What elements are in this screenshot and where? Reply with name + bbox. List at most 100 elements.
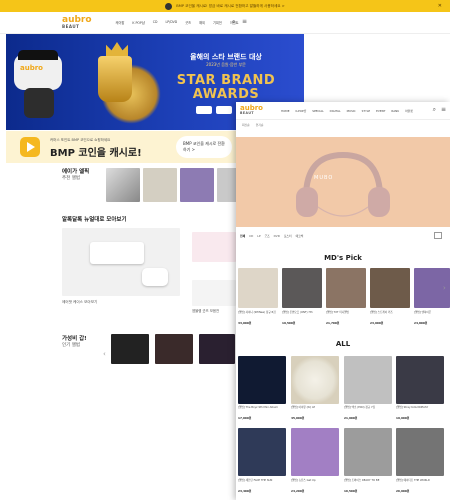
filter-tab[interactable]: CD (249, 234, 253, 238)
product-thumb[interactable] (291, 356, 339, 404)
product-thumb[interactable] (396, 428, 444, 476)
front-nav-item[interactable]: STYLE (362, 109, 371, 113)
nav-item[interactable]: LP/DVD (165, 20, 177, 25)
sort-option[interactable]: 최신순 (242, 123, 250, 127)
search-icon[interactable]: ⌕ (232, 18, 235, 26)
back-header: aubro BEAUT 케이팝 K POP샵 CD LP/DVD 굿즈 해외 기… (0, 12, 450, 34)
album-thumb[interactable] (199, 334, 235, 364)
product-caption[interactable]: [앨범] Stray Kids NOEASY (396, 406, 444, 409)
product-thumb[interactable] (282, 268, 322, 308)
product-caption[interactable]: [앨범] TXT 미니앨범 (326, 311, 366, 314)
album-thumb[interactable] (155, 334, 193, 364)
filter-tab[interactable]: 전체 (240, 234, 245, 238)
menu-icon[interactable]: ≡ (441, 106, 446, 113)
nav-item[interactable]: CD (153, 20, 158, 25)
goods-image[interactable] (192, 280, 236, 306)
section-title: 에이가 엘픽 (62, 169, 90, 175)
sort-option[interactable]: 인기순 (256, 123, 264, 127)
front-nav-item[interactable]: 아울렛 (405, 109, 413, 113)
product-price: 23,900원 (370, 321, 384, 325)
front-page: aubro BEAUT HOME K-POP샵 SPECIAL DIGITAL M… (236, 102, 450, 500)
album-thumb[interactable] (217, 168, 237, 202)
filter-tab[interactable]: 굿즈 (265, 234, 270, 238)
hero-brand: STAR BRAND AWARDS (176, 73, 276, 102)
product-caption[interactable]: [앨범] 엑소 (EXO) 정규 7집 (344, 406, 392, 409)
front-nav-item[interactable]: SPECIAL (312, 109, 323, 113)
filter-tab[interactable]: 포스터 (284, 234, 292, 238)
product-price: 19,900원 (396, 416, 410, 420)
front-nav-item[interactable]: HOME (281, 109, 290, 113)
trophy-icon (98, 56, 132, 102)
search-icon[interactable]: ⌕ (433, 106, 436, 114)
bmp-promo[interactable]: 커머스 포인트 BMP 코인으로 쇼핑하세요 BMP 코인을 캐시로! BMP … (6, 131, 246, 163)
album-thumb[interactable] (143, 168, 177, 202)
front-subbar: 최신순 인기순 (236, 120, 450, 130)
product-caption[interactable]: [앨범] The Boyz 9th Mini Album (238, 406, 286, 409)
top-promo-banner[interactable]: BMP 코인을 캐시로! 방금 바로 캐시로 전환하고 알뜰하게 사용하세요 >… (0, 0, 450, 12)
site-logo[interactable]: aubro BEAUT (62, 15, 92, 29)
product-thumb[interactable] (396, 356, 444, 404)
category-filter: 전체 CD LP 굿즈 DVD 포스터 에코백 (236, 232, 450, 240)
banner-brand: MUBO (314, 175, 334, 181)
nav-item[interactable]: 해외 (199, 20, 205, 25)
product-caption[interactable]: [앨범] 온앤오프 (ONF) 7th (282, 311, 322, 314)
product-thumb[interactable] (344, 428, 392, 476)
product-thumb[interactable] (344, 356, 392, 404)
product-caption[interactable]: [앨범] 트와이스 READY TO BE (344, 479, 392, 482)
product-thumb[interactable] (238, 356, 286, 404)
nav-item[interactable]: K POP샵 (132, 20, 144, 25)
filter-tab[interactable]: DVD (274, 234, 280, 238)
front-nav-item[interactable]: DIGITAL (330, 109, 341, 113)
product-thumb[interactable] (370, 268, 410, 308)
product-caption[interactable]: [앨범] 아이유 (IU) LP (291, 406, 339, 409)
menu-icon[interactable]: ≡ (242, 18, 247, 25)
product-thumb[interactable] (238, 268, 278, 308)
album-thumb[interactable] (106, 168, 140, 202)
headphone-banner[interactable]: MUBO (236, 137, 450, 227)
bmp-convert-button[interactable]: BMP 코인을 캐시로 전환하기 > (176, 136, 232, 158)
front-nav-item[interactable]: K-POP샵 (295, 109, 306, 113)
filter-tab[interactable]: 에코백 (296, 234, 304, 238)
product-price: 19,500원 (282, 321, 296, 325)
front-header: aubro BEAUT HOME K-POP샵 SPECIAL DIGITAL M… (236, 102, 450, 120)
product-price: 24,200원 (291, 489, 305, 493)
front-nav-item[interactable]: RANK (391, 109, 399, 113)
hero-subtitle: 2023년 음원·음반 부문 (206, 62, 246, 67)
product-thumb[interactable] (291, 428, 339, 476)
chevron-right-icon[interactable]: › (443, 284, 446, 292)
section-title: 알록달록 뉴얼대로 모아보기 (62, 217, 127, 223)
airpods-image[interactable] (62, 228, 180, 296)
product-thumb[interactable] (326, 268, 366, 308)
front-nav-item[interactable]: MUSIC (347, 109, 356, 113)
product-price: 16,500원 (344, 489, 358, 493)
crown-icon (106, 42, 128, 56)
product-caption[interactable]: [앨범] 뉴진스 Get Up (291, 479, 339, 482)
product-caption[interactable]: [앨범] 엔하이픈 (414, 311, 450, 314)
album-thumb[interactable] (180, 168, 214, 202)
close-icon[interactable]: ✕ (438, 3, 442, 9)
filter-tab[interactable]: LP (257, 234, 260, 238)
product-price: 33,000원 (238, 321, 252, 325)
product-price: 23,400원 (238, 489, 252, 493)
keyring-image[interactable] (192, 232, 236, 262)
all-title: ALL (335, 340, 351, 348)
nav-item[interactable]: 케이팝 (116, 20, 125, 25)
product-price: 24,800원 (414, 321, 428, 325)
product-thumb[interactable] (238, 428, 286, 476)
goods-caption: 엠블렘 굿즈 모음전 (192, 309, 220, 313)
grid-view-toggle[interactable] (434, 232, 442, 239)
album-thumb[interactable] (111, 334, 149, 364)
product-caption[interactable]: [앨범] 샤이니 (SHINee) 정규 8집 (238, 311, 278, 314)
product-caption[interactable]: [앨범] 에이티즈 THE WORLD (396, 479, 444, 482)
product-caption[interactable]: [앨범] 세븐틴 FACE THE SUN (238, 479, 286, 482)
chevron-left-icon[interactable]: ‹ (103, 350, 106, 358)
section-title: 가성비 갑! (62, 336, 87, 342)
product-caption[interactable]: [앨범] 스트레이 키즈 (370, 311, 410, 314)
nav-item[interactable]: 기획전 (213, 20, 222, 25)
site-logo[interactable]: aubro BEAUT (240, 105, 263, 115)
nav-item[interactable]: 굿즈 (185, 20, 191, 25)
headphones-image (296, 151, 390, 217)
front-nav-item[interactable]: EVENT (376, 109, 385, 113)
hero-title: 올해의 스타 브랜드 대상 (190, 53, 262, 61)
product-price: 17,000원 (238, 416, 252, 420)
